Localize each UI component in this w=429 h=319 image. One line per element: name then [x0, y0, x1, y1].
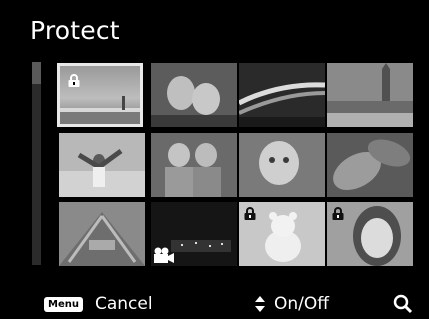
thumb-wooden-structure-image: [59, 202, 145, 266]
onoff-label[interactable]: On/Off: [274, 294, 329, 314]
scrollbar[interactable]: [32, 62, 41, 265]
thumb-field-lake[interactable]: [57, 63, 143, 127]
up-down-arrows-icon: [255, 296, 265, 312]
magnifier-icon[interactable]: [393, 294, 413, 314]
thumb-two-children-image: [151, 133, 237, 197]
thumb-baby[interactable]: [239, 133, 325, 197]
thumb-leaves-image: [327, 133, 413, 197]
thumb-two-children[interactable]: [151, 133, 237, 197]
bottom-bar: Menu Cancel On/Off: [0, 290, 429, 318]
thumb-night-city[interactable]: [151, 202, 237, 266]
thumb-smiling-girl[interactable]: [327, 202, 413, 266]
thumb-night-road-image: [239, 63, 325, 127]
thumb-couple-portrait[interactable]: [151, 63, 237, 127]
thumb-couple-portrait-image: [151, 63, 237, 127]
thumb-big-ben-image: [327, 63, 413, 127]
thumb-big-ben[interactable]: [327, 63, 413, 127]
thumb-baby-image: [239, 133, 325, 197]
screen-title: Protect: [30, 16, 120, 45]
scrollbar-thumb[interactable]: [32, 62, 41, 84]
lock-icon: [332, 207, 344, 220]
thumb-woman-beach-image: [59, 133, 145, 197]
lock-icon: [244, 207, 256, 220]
movie-camera-icon: [153, 247, 175, 263]
menu-key-badge[interactable]: Menu: [44, 297, 83, 312]
thumb-woman-beach[interactable]: [59, 133, 145, 197]
protect-screen: Protect Menu Cancel On/Off: [0, 0, 429, 318]
lock-icon: [68, 74, 80, 87]
thumb-night-road[interactable]: [239, 63, 325, 127]
cancel-label[interactable]: Cancel: [95, 294, 153, 314]
thumb-teddy-bear[interactable]: [239, 202, 325, 266]
thumb-leaves[interactable]: [327, 133, 413, 197]
thumb-wooden-structure[interactable]: [59, 202, 145, 266]
